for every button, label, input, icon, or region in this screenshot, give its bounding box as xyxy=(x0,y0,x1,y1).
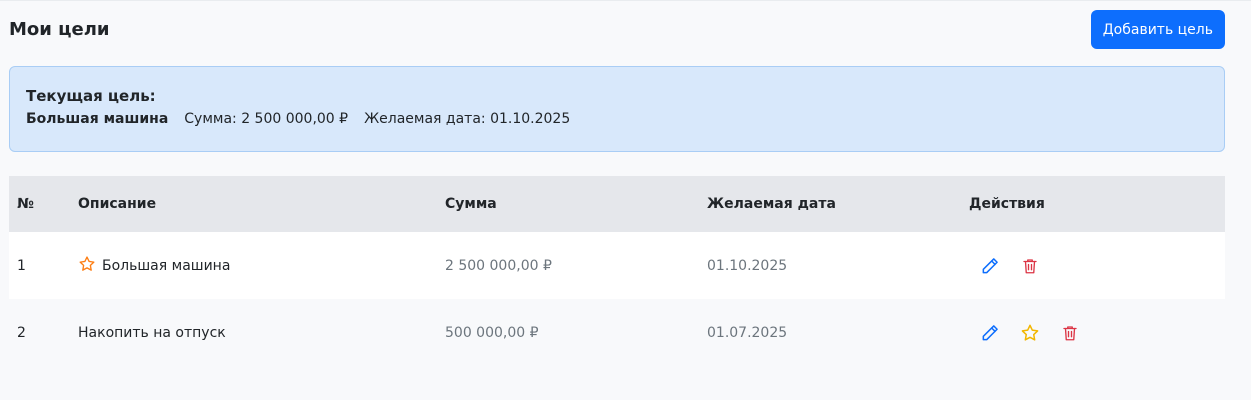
page-title: Мои цели xyxy=(9,19,110,40)
column-header-sum: Сумма xyxy=(437,176,699,232)
current-goal-name: Большая машина xyxy=(26,111,169,127)
current-goal-date: Желаемая дата: 01.10.2025 xyxy=(364,111,571,127)
current-goal-panel: Текущая цель: Большая машина Сумма: 2 50… xyxy=(9,66,1225,152)
make-current-star-icon[interactable] xyxy=(1017,320,1043,346)
row-sum: 500 000,00 ₽ xyxy=(437,299,699,366)
column-header-date: Желаемая дата xyxy=(699,176,961,232)
table-row: 2 Накопить на отпуск 500 000,00 ₽ 01.07.… xyxy=(9,299,1225,366)
add-goal-button[interactable]: Добавить цель xyxy=(1090,10,1225,49)
row-sum: 2 500 000,00 ₽ xyxy=(437,232,699,299)
row-description-cell: Большая машина xyxy=(70,232,437,299)
current-goal-star-icon xyxy=(78,255,96,277)
row-date: 01.07.2025 xyxy=(699,299,961,366)
row-number: 2 xyxy=(9,299,70,366)
row-date: 01.10.2025 xyxy=(699,232,961,299)
delete-trash-icon[interactable] xyxy=(1057,320,1083,346)
goals-page: Мои цели Добавить цель Текущая цель: Бол… xyxy=(0,0,1251,400)
table-row: 1 Большая машина 2 500 000,00 ₽ 01.10.20… xyxy=(9,232,1225,299)
current-goal-heading: Текущая цель: xyxy=(26,87,156,105)
row-description-cell: Накопить на отпуск xyxy=(70,299,437,366)
row-actions xyxy=(961,299,1225,366)
row-description: Накопить на отпуск xyxy=(78,324,226,341)
row-description: Большая машина xyxy=(102,257,231,274)
column-header-actions: Действия xyxy=(961,176,1225,232)
edit-pencil-icon[interactable] xyxy=(977,253,1003,279)
goals-table: № Описание Сумма Желаемая дата Действия … xyxy=(9,176,1225,366)
column-header-description: Описание xyxy=(70,176,437,232)
edit-pencil-icon[interactable] xyxy=(977,320,1003,346)
current-goal-sum: Сумма: 2 500 000,00 ₽ xyxy=(184,111,349,127)
table-header-row: № Описание Сумма Желаемая дата Действия xyxy=(9,176,1225,232)
page-header: Мои цели Добавить цель xyxy=(9,10,1225,50)
column-header-number: № xyxy=(9,176,70,232)
row-actions xyxy=(961,232,1225,299)
row-number: 1 xyxy=(9,232,70,299)
current-goal-details: Большая машина Сумма: 2 500 000,00 ₽ Жел… xyxy=(26,111,1208,127)
delete-trash-icon[interactable] xyxy=(1017,253,1043,279)
